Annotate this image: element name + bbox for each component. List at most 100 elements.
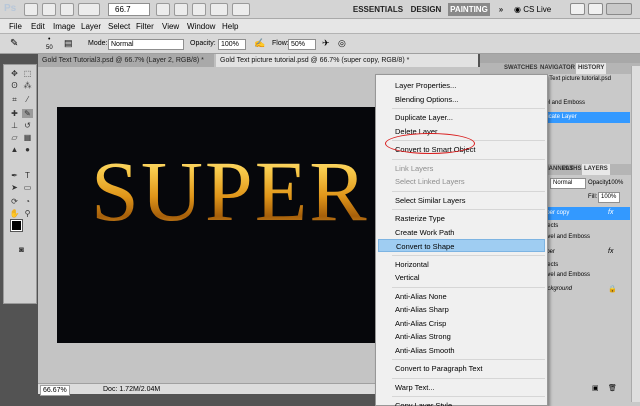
menu-item-warp-text[interactable]: Warp Text... xyxy=(378,381,545,394)
menu-item-copy-layer-style[interactable]: Copy Layer Style xyxy=(378,399,545,406)
zoom-tool-icon[interactable] xyxy=(78,3,100,16)
workspace-design[interactable]: DESIGN xyxy=(408,3,444,16)
arrange-documents-icon[interactable] xyxy=(210,3,228,16)
eraser-tool-icon[interactable]: ▱ xyxy=(9,133,20,142)
brush-tool-preset-icon[interactable]: ✎ xyxy=(10,38,26,50)
mode-select[interactable]: Normal xyxy=(108,39,184,50)
brush-tool-icon[interactable]: ✎ xyxy=(22,109,33,118)
menu-select[interactable]: Select xyxy=(108,21,130,32)
tab-gold-text-picture-tutorial[interactable]: Gold Text picture tutorial.psd @ 66.7% (… xyxy=(216,54,478,67)
rotate-view-icon[interactable] xyxy=(192,3,206,16)
menu-separator xyxy=(392,108,545,109)
toolbox: ✥ ⬚ ʘ ⁂ ⌗ ⁄ ✚ ✎ ⊥ ↺ ▱ ▦ ▲ ● ✒ T ➤ ▭ ⟳ ◔ … xyxy=(3,64,37,304)
menu-help[interactable]: Help xyxy=(222,21,238,32)
menu-item-rasterize-type[interactable]: Rasterize Type xyxy=(378,212,545,225)
tab-gold-text-tutorial3[interactable]: Gold Text Tutorial3.psd @ 66.7% (Layer 2… xyxy=(38,54,214,67)
crop-tool-icon[interactable]: ⌗ xyxy=(9,95,20,104)
tab-navigator[interactable]: NAVIGATOR xyxy=(538,63,577,74)
screen-mode-icon[interactable] xyxy=(232,3,250,16)
menu-item-blending-options[interactable]: Blending Options... xyxy=(378,93,545,106)
marquee-tool-icon[interactable]: ⬚ xyxy=(22,69,33,78)
hand-tool-icon[interactable]: ✋ xyxy=(9,209,20,218)
mini-bridge-icon[interactable] xyxy=(42,3,56,16)
menu-filter[interactable]: Filter xyxy=(136,21,154,32)
brush-size[interactable]: 50 xyxy=(46,45,53,52)
menu-item-anti-alias-smooth[interactable]: Anti-Alias Smooth xyxy=(378,344,545,357)
menu-item-duplicate-layer[interactable]: Duplicate Layer... xyxy=(378,111,545,124)
tablet-size-icon[interactable]: ◎ xyxy=(338,38,350,49)
workspace-essentials[interactable]: ESSENTIALS xyxy=(352,3,404,16)
move-tool-icon[interactable]: ✥ xyxy=(9,69,20,78)
menu-file[interactable]: File xyxy=(9,21,22,32)
3d-tool-icon[interactable]: ⟳ xyxy=(9,197,20,206)
close-button[interactable] xyxy=(606,3,632,15)
document-canvas[interactable]: SUPER xyxy=(57,107,417,343)
zoom-level[interactable]: 66.7 xyxy=(108,3,150,16)
tab-layers[interactable]: LAYERS xyxy=(582,164,610,175)
menu-item-layer-properties[interactable]: Layer Properties... xyxy=(378,79,545,92)
cs-live-label: CS Live xyxy=(523,5,552,14)
cs-live-button[interactable]: ◉ CS Live xyxy=(514,3,551,16)
menu-item-select-linked-layers: Select Linked Layers xyxy=(395,177,465,186)
menu-image[interactable]: Image xyxy=(53,21,75,32)
menu-item-link-layers: Link Layers xyxy=(395,163,434,173)
menu-item-vertical[interactable]: Vertical xyxy=(378,271,545,284)
quick-select-tool-icon[interactable]: ⁂ xyxy=(22,81,33,90)
tab-paths[interactable]: PATHS xyxy=(560,164,583,175)
menu-item-convert-to-paragraph-text[interactable]: Convert to Paragraph Text xyxy=(378,362,545,375)
menu-edit[interactable]: Edit xyxy=(31,21,45,32)
brush-panel-icon[interactable]: ▤ xyxy=(64,38,74,49)
clone-stamp-tool-icon[interactable]: ⊥ xyxy=(9,121,20,130)
more-workspaces-icon[interactable]: » xyxy=(494,3,508,16)
menu-item-anti-alias-strong[interactable]: Anti-Alias Strong xyxy=(378,330,545,343)
quick-mask-icon[interactable]: ◙ xyxy=(16,245,27,254)
menu-window[interactable]: Window xyxy=(187,21,215,32)
menu-item-select-similar-layers[interactable]: Select Similar Layers xyxy=(378,194,545,207)
menu-item-convert-to-shape[interactable]: Convert to Shape xyxy=(378,239,545,252)
dodge-tool-icon[interactable]: ● xyxy=(22,145,33,154)
menu-item-anti-alias-crisp[interactable]: Anti-Alias Crisp xyxy=(378,317,545,330)
zoom-icon[interactable] xyxy=(174,3,188,16)
title-bar: Ps 66.7 ESSENTIALS DESIGN PAINTING » ◉ C… xyxy=(0,0,640,19)
new-layer-icon[interactable]: ▣ xyxy=(592,384,599,392)
blur-tool-icon[interactable]: ▲ xyxy=(9,145,20,154)
tab-history[interactable]: HISTORY xyxy=(576,63,607,74)
lasso-tool-icon[interactable]: ʘ xyxy=(9,81,20,90)
menu-item-anti-alias-sharp[interactable]: Anti-Alias Sharp xyxy=(378,303,545,316)
tablet-opacity-icon[interactable]: ✍ xyxy=(254,38,266,49)
opacity-input[interactable]: 100% xyxy=(218,39,246,50)
hand-tool-icon[interactable] xyxy=(156,3,170,16)
path-select-tool-icon[interactable]: ➤ xyxy=(9,183,20,192)
menu-separator xyxy=(392,377,545,379)
eyedropper-tool-icon[interactable]: ⁄ xyxy=(22,95,33,104)
minimize-button[interactable] xyxy=(570,3,585,15)
zoom-tool-icon[interactable]: ⚲ xyxy=(22,209,33,218)
restore-button[interactable] xyxy=(588,3,603,15)
tab-swatches[interactable]: SWATCHES xyxy=(502,63,540,74)
status-zoom[interactable]: 66.67% xyxy=(40,385,70,396)
airbrush-icon[interactable]: ✈ xyxy=(322,38,334,49)
foreground-color-swatch[interactable] xyxy=(10,219,23,232)
healing-brush-tool-icon[interactable]: ✚ xyxy=(9,109,20,118)
menu-item-create-work-path[interactable]: Create Work Path xyxy=(378,226,545,239)
menu-separator xyxy=(392,209,545,210)
delete-layer-icon[interactable]: 🗑 xyxy=(608,384,617,392)
history-brush-tool-icon[interactable]: ↺ xyxy=(22,121,33,130)
menu-item-horizontal[interactable]: Horizontal xyxy=(378,258,545,271)
gradient-tool-icon[interactable]: ▦ xyxy=(22,133,33,142)
shape-tool-icon[interactable]: ▭ xyxy=(22,183,33,192)
layer-opacity-value[interactable]: 100% xyxy=(608,180,623,186)
type-tool-icon[interactable]: T xyxy=(22,171,33,180)
guides-icon[interactable] xyxy=(60,3,74,16)
menu-view[interactable]: View xyxy=(162,21,179,32)
3d-camera-tool-icon[interactable]: ◔ xyxy=(22,197,33,206)
bridge-icon[interactable] xyxy=(24,3,38,16)
menu-item-anti-alias-none[interactable]: Anti-Alias None xyxy=(378,290,545,303)
layer-fill-input[interactable]: 100% xyxy=(598,192,620,203)
workspace-painting[interactable]: PAINTING xyxy=(448,3,490,16)
menu-layer[interactable]: Layer xyxy=(81,21,101,32)
flow-input[interactable]: 50% xyxy=(288,39,316,50)
layer-blend-mode[interactable]: Normal xyxy=(550,178,586,189)
panels-scrollbar[interactable] xyxy=(631,66,640,402)
pen-tool-icon[interactable]: ✒ xyxy=(9,171,20,180)
